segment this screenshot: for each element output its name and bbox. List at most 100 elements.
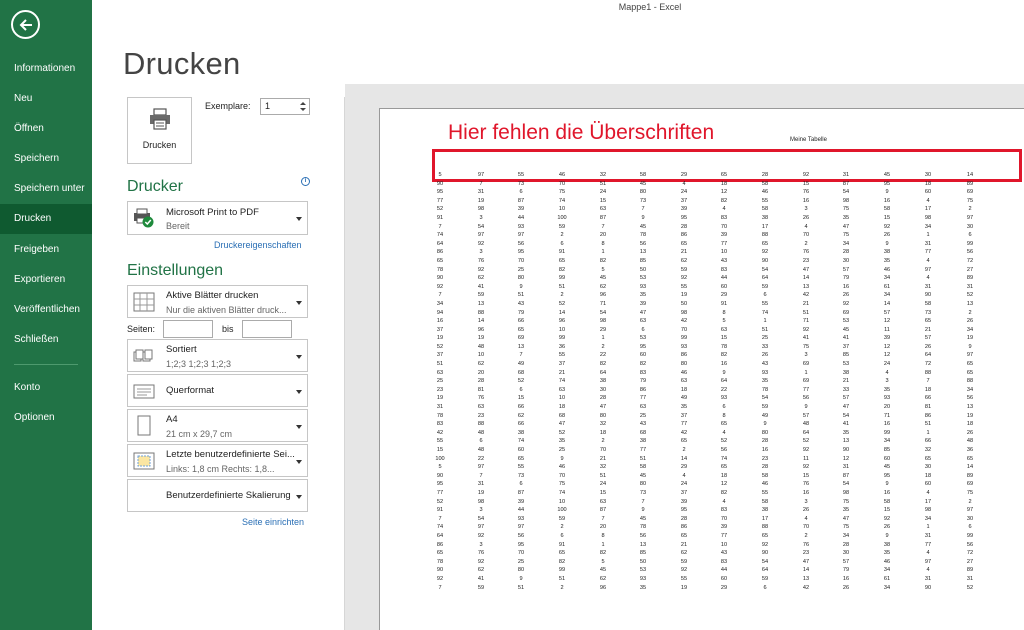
table-cell: 10: [558, 326, 566, 333]
table-cell: 65: [680, 438, 688, 445]
table-cell: 44: [517, 507, 525, 514]
table-cell: 95: [436, 481, 444, 488]
sidebar: Informationen Neu Öffnen Speichern Speic…: [0, 0, 92, 630]
printer-icon: [150, 108, 170, 130]
table-cell: 62: [680, 550, 688, 557]
table-cell: 26: [883, 524, 891, 531]
table-cell: 65: [558, 550, 566, 557]
table-cell: 7: [641, 498, 645, 505]
table-cell: 83: [720, 214, 728, 221]
copies-label: Exemplare:: [205, 101, 251, 111]
pages-to-input[interactable]: [242, 320, 292, 338]
table-cell: 53: [639, 275, 647, 282]
copies-spinner[interactable]: [297, 99, 309, 114]
spin-up-icon[interactable]: [300, 102, 306, 105]
table-cell: 12: [883, 318, 891, 325]
table-cell: 19: [680, 584, 688, 591]
table-row: 64 92 56 6 8 56 65 77 65 2 34 9 31 99: [437, 240, 1010, 249]
printer-properties-link[interactable]: Druckereigenschaften: [214, 240, 302, 250]
table-cell: 47: [558, 421, 566, 428]
info-icon[interactable]: i: [301, 177, 310, 186]
print-scope-dropdown[interactable]: Aktive Blätter drucken Nur die aktiven B…: [127, 285, 308, 318]
table-cell: 4: [926, 197, 930, 204]
collate-dropdown[interactable]: Sortiert 1;2;3 1;2;3 1;2;3: [127, 339, 308, 372]
table-cell: 64: [436, 532, 444, 539]
table-cell: 18: [924, 180, 932, 187]
table-row: 37 10 7 55 22 60 86 82 26 3 85 12 64 97: [437, 351, 1010, 360]
table-cell: 51: [924, 421, 932, 428]
table-cell: 68: [558, 412, 566, 419]
table-cell: 9: [763, 421, 767, 428]
printer-dropdown[interactable]: Microsoft Print to PDF Bereit: [127, 201, 308, 235]
sidebar-item-speichern-unter[interactable]: Speichern unter: [0, 174, 92, 204]
table-cell: 75: [558, 189, 566, 196]
back-button[interactable]: [11, 10, 40, 39]
table-cell: 7: [601, 223, 605, 230]
paper-size-dropdown[interactable]: A4 21 cm x 29,7 cm: [127, 409, 308, 442]
table-cell: 74: [558, 489, 566, 496]
sidebar-item-veroeffentlichen[interactable]: Veröffentlichen: [0, 295, 92, 325]
table-cell: 45: [883, 172, 891, 178]
table-cell: 98: [477, 498, 485, 505]
table-cell: 93: [517, 223, 525, 230]
table-cell: 34: [924, 223, 932, 230]
table-cell: 75: [842, 206, 850, 213]
table-cell: 90: [924, 292, 932, 299]
table-cell: 95: [680, 214, 688, 221]
orientation-dropdown[interactable]: Querformat: [127, 374, 308, 407]
table-cell: 16: [842, 575, 850, 582]
print-button[interactable]: Drucken: [127, 97, 192, 164]
table-cell: 55: [558, 352, 566, 359]
scaling-dropdown[interactable]: Benutzerdefinierte Skalierung: [127, 479, 308, 512]
table-cell: 97: [477, 464, 485, 471]
table-cell: 31: [924, 532, 932, 539]
table-cell: 66: [517, 421, 525, 428]
sidebar-item-neu[interactable]: Neu: [0, 84, 92, 114]
sidebar-item-konto[interactable]: Konto: [0, 373, 92, 403]
table-cell: 78: [720, 343, 728, 350]
table-cell: 49: [680, 395, 688, 402]
sidebar-item-oeffnen[interactable]: Öffnen: [0, 114, 92, 144]
table-cell: 73: [639, 489, 647, 496]
table-cell: 59: [761, 575, 769, 582]
table-cell: 15: [720, 335, 728, 342]
table-cell: 36: [966, 447, 974, 453]
table-cell: 65: [966, 455, 974, 462]
sidebar-item-informationen[interactable]: Informationen: [0, 54, 92, 84]
table-cell: 70: [558, 472, 566, 479]
table-cell: 13: [966, 300, 974, 307]
table-cell: 32: [599, 421, 607, 428]
table-cell: 30: [966, 515, 974, 522]
table-cell: 92: [680, 275, 688, 282]
spin-down-icon[interactable]: [300, 108, 306, 111]
table-cell: 90: [761, 257, 769, 264]
table-cell: 58: [883, 498, 891, 505]
sidebar-item-drucken[interactable]: Drucken: [0, 204, 92, 234]
table-row: 92 41 9 51 62 93 55 60 59 13 16 61 31 31: [437, 575, 1010, 584]
sidebar-item-exportieren[interactable]: Exportieren: [0, 265, 92, 295]
table-cell: 42: [680, 429, 688, 436]
page-setup-link[interactable]: Seite einrichten: [242, 517, 304, 527]
table-cell: 54: [477, 515, 485, 522]
sidebar-item-optionen[interactable]: Optionen: [0, 403, 92, 433]
table-cell: 19: [436, 395, 444, 402]
pages-to-label: bis: [222, 324, 234, 334]
table-cell: 21: [802, 300, 810, 307]
table-cell: 92: [477, 532, 485, 539]
table-cell: 44: [720, 567, 728, 574]
sidebar-item-speichern[interactable]: Speichern: [0, 144, 92, 174]
table-cell: 4: [926, 257, 930, 264]
table-cell: 2: [968, 498, 972, 505]
sidebar-item-freigeben[interactable]: Freigeben: [0, 235, 92, 265]
pages-from-input[interactable]: [163, 320, 213, 338]
table-cell: 62: [599, 575, 607, 582]
table-cell: 91: [436, 507, 444, 514]
table-cell: 18: [558, 404, 566, 411]
table-cell: 19: [477, 197, 485, 204]
table-cell: 39: [680, 206, 688, 213]
sidebar-item-schliessen[interactable]: Schließen: [0, 325, 92, 355]
margins-dropdown[interactable]: Letzte benutzerdefinierte Sei... Links: …: [127, 444, 308, 477]
table-cell: 21: [924, 326, 932, 333]
table-cell: 14: [558, 309, 566, 316]
table-cell: 33: [761, 343, 769, 350]
